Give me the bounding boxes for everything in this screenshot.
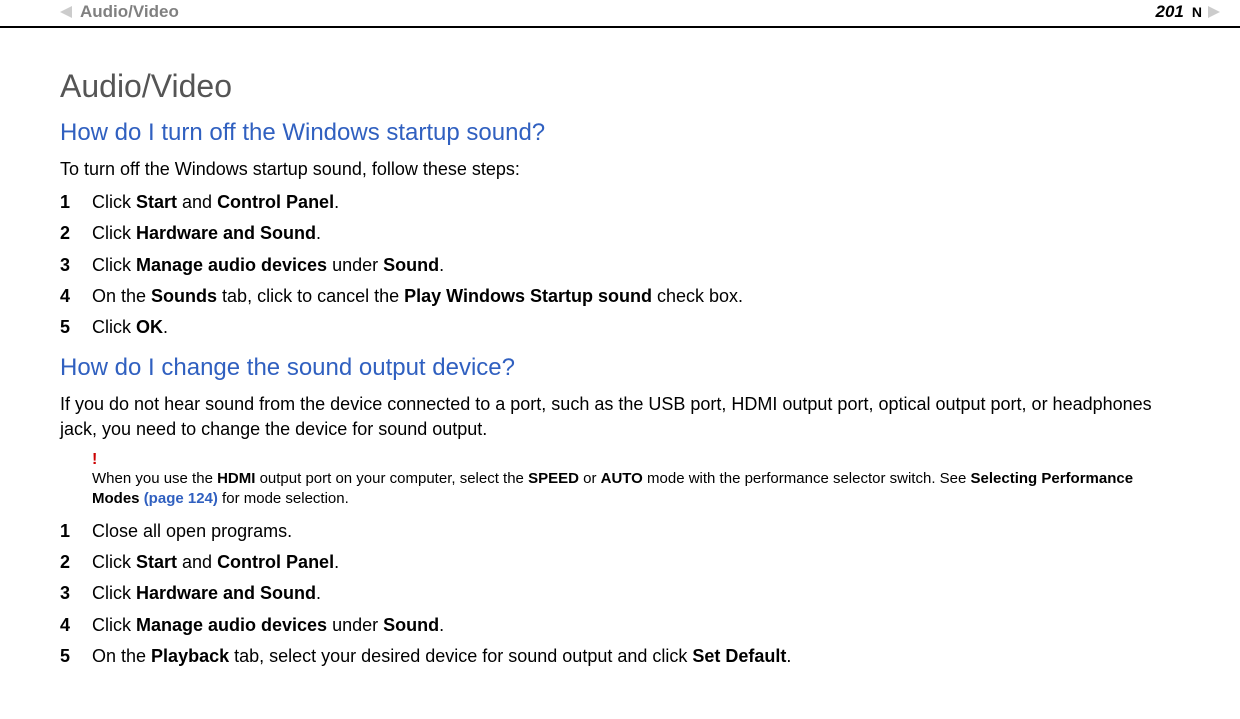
header-right: 201 N <box>1156 2 1221 22</box>
main-title: Audio/Video <box>60 68 1180 105</box>
note-text: When you use the HDMI output port on you… <box>92 469 1180 510</box>
section2-intro: If you do not hear sound from the device… <box>60 392 1180 442</box>
step-text: Click Start and Control Panel. <box>92 190 339 215</box>
step-number: 1 <box>60 521 92 542</box>
step-item: 1 Click Start and Control Panel. <box>60 190 1180 215</box>
section1-steps: 1 Click Start and Control Panel. 2 Click… <box>60 190 1180 340</box>
step-item: 3 Click Hardware and Sound. <box>60 581 1180 606</box>
step-item: 2 Click Hardware and Sound. <box>60 221 1180 246</box>
step-item: 2 Click Start and Control Panel. <box>60 550 1180 575</box>
step-item: 5 On the Playback tab, select your desir… <box>60 644 1180 669</box>
step-text: Click Hardware and Sound. <box>92 221 321 246</box>
step-item: 4 Click Manage audio devices under Sound… <box>60 613 1180 638</box>
step-item: 5 Click OK. <box>60 315 1180 340</box>
page-link[interactable]: (page 124) <box>144 490 218 507</box>
header-left: Audio/Video <box>60 2 179 22</box>
step-number: 5 <box>60 317 92 338</box>
step-text: Click Start and Control Panel. <box>92 550 339 575</box>
step-item: 4 On the Sounds tab, click to cancel the… <box>60 284 1180 309</box>
step-number: 1 <box>60 192 92 213</box>
step-number: 2 <box>60 552 92 573</box>
page-number: 201 <box>1156 2 1184 22</box>
step-item: 1 Close all open programs. <box>60 519 1180 544</box>
n-indicator: N <box>1192 4 1202 20</box>
step-number: 4 <box>60 286 92 307</box>
page-header: Audio/Video 201 N <box>0 0 1240 28</box>
step-text: Click OK. <box>92 315 168 340</box>
step-text: Close all open programs. <box>92 519 292 544</box>
note-block: ! When you use the HDMI output port on y… <box>92 451 1180 510</box>
step-text: Click Manage audio devices under Sound. <box>92 613 444 638</box>
step-item: 3 Click Manage audio devices under Sound… <box>60 253 1180 278</box>
step-number: 3 <box>60 255 92 276</box>
step-text: Click Manage audio devices under Sound. <box>92 253 444 278</box>
step-text: On the Playback tab, select your desired… <box>92 644 791 669</box>
caution-icon: ! <box>92 451 1180 469</box>
section2-title: How do I change the sound output device? <box>60 354 1180 382</box>
step-number: 4 <box>60 615 92 636</box>
step-number: 5 <box>60 646 92 667</box>
breadcrumb: Audio/Video <box>80 2 179 22</box>
section1-title: How do I turn off the Windows startup so… <box>60 119 1180 147</box>
page-content: Audio/Video How do I turn off the Window… <box>0 28 1240 669</box>
section1-intro: To turn off the Windows startup sound, f… <box>60 157 1180 182</box>
section2-steps: 1 Close all open programs. 2 Click Start… <box>60 519 1180 669</box>
step-number: 3 <box>60 583 92 604</box>
step-number: 2 <box>60 223 92 244</box>
step-text: Click Hardware and Sound. <box>92 581 321 606</box>
arrow-left-icon <box>60 6 72 18</box>
step-text: On the Sounds tab, click to cancel the P… <box>92 284 743 309</box>
arrow-right-icon <box>1208 6 1220 18</box>
